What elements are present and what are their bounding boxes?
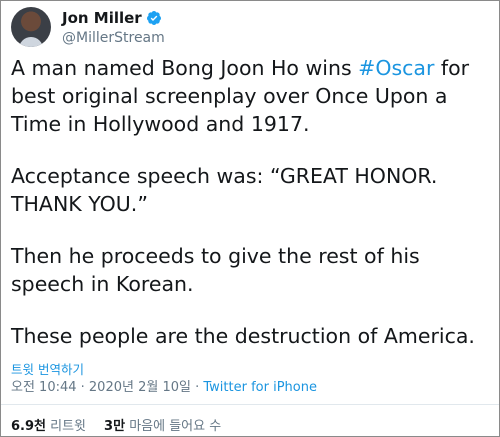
hashtag-link[interactable]: #Oscar xyxy=(358,56,434,80)
verified-badge-icon xyxy=(146,11,161,25)
avatar[interactable] xyxy=(11,7,51,47)
tweet-text: A man named Bong Joon Ho wins #Oscar for… xyxy=(11,54,495,374)
likes-count: 3만 xyxy=(104,419,126,434)
likes-stat[interactable]: 3만 마음에 들어요 수 xyxy=(104,419,221,434)
tweet-text-segment: A man named Bong Joon Ho wins xyxy=(11,56,359,80)
retweets-count: 6.9천 xyxy=(11,419,46,434)
meta-separator: · xyxy=(190,380,204,395)
author-name[interactable]: Jon Miller xyxy=(62,9,142,27)
retweets-stat[interactable]: 6.9천 리트윗 xyxy=(11,419,86,434)
tweet-card: Jon Miller @MillerStream A man named Bon… xyxy=(0,0,500,437)
source-app-link[interactable]: Twitter for iPhone xyxy=(203,380,317,395)
tweet-paragraph-1: A man named Bong Joon Ho wins #Oscar for… xyxy=(11,54,495,138)
divider xyxy=(1,404,499,405)
author-handle[interactable]: @MillerStream xyxy=(62,30,165,46)
tweet-paragraph-4: These people are the destruction of Amer… xyxy=(11,324,475,348)
retweets-label: 리트윗 xyxy=(50,419,87,434)
author-name-row: Jon Miller xyxy=(62,9,162,27)
tweet-paragraph-2: Acceptance speech was: “GREAT HONOR. THA… xyxy=(11,164,438,216)
tweet-meta: 오전 10:44 · 2020년 2월 10일 · Twitter for iP… xyxy=(11,376,317,395)
tweet-stats: 6.9천 리트윗 3만 마음에 들어요 수 xyxy=(11,415,221,434)
timestamp[interactable]: 오전 10:44 · 2020년 2월 10일 xyxy=(11,380,191,395)
tweet-paragraph-3: Then he proceeds to give the rest of his… xyxy=(11,244,420,296)
likes-label: 마음에 들어요 수 xyxy=(129,419,222,434)
